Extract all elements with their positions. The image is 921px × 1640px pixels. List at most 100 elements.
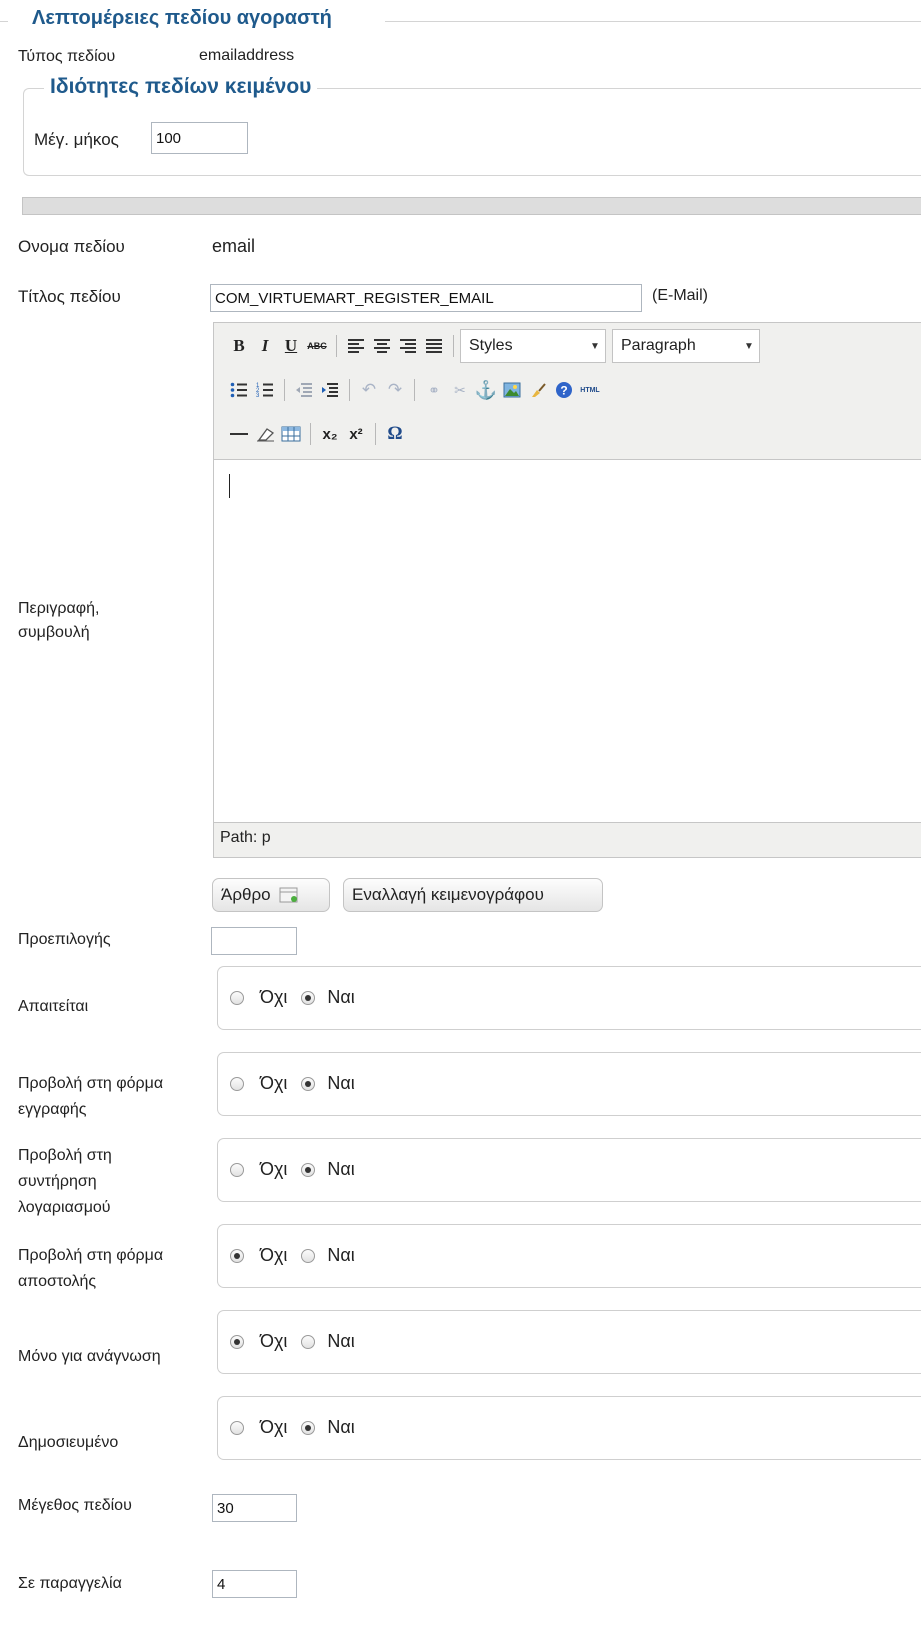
legend-line-right [385, 21, 921, 22]
radio-options: Όχι Ναι [230, 1073, 355, 1094]
radio-group: Όχι Ναι [217, 1052, 921, 1116]
horizontal-rule-icon[interactable] [226, 421, 252, 447]
subscript-icon[interactable]: x₂ [317, 421, 343, 447]
max-length-label: Μέγ. μήκος [34, 130, 119, 149]
radio-no[interactable] [230, 1162, 244, 1177]
radio-yes[interactable] [301, 1076, 316, 1091]
radio-yes-label[interactable]: Ναι [327, 1331, 354, 1352]
redo-icon[interactable]: ↷ [382, 377, 408, 403]
radio-no-label[interactable]: Όχι [260, 1245, 287, 1266]
field-title-label: Τίτλος πεδίου [18, 287, 121, 306]
special-char-icon[interactable]: Ω [382, 421, 408, 447]
radio-options: Όχι Ναι [230, 1245, 355, 1266]
ordering-input[interactable] [212, 1570, 297, 1598]
numbered-list-icon[interactable]: 123 [252, 377, 278, 403]
superscript-icon[interactable]: x² [343, 421, 369, 447]
article-button[interactable]: Άρθρο [212, 878, 330, 912]
align-left-icon[interactable] [343, 333, 369, 359]
eraser-icon[interactable] [252, 421, 278, 447]
max-length-input[interactable] [151, 122, 248, 154]
radio-no[interactable] [230, 1334, 244, 1349]
editor-path-bar: Path: p [220, 829, 271, 846]
radio-no-label[interactable]: Όχι [260, 1073, 287, 1094]
radio-options: Όχι Ναι [230, 1417, 355, 1438]
help-icon[interactable]: ? [551, 377, 577, 403]
radio-no[interactable] [230, 1420, 244, 1435]
radio-group: Όχι Ναι [217, 1224, 921, 1288]
text-caret [229, 474, 230, 498]
radio-yes[interactable] [301, 1162, 316, 1177]
editor-toolbar-row-3: x₂ x² Ω [226, 419, 408, 449]
radio-options: Όχι Ναι [230, 1159, 355, 1180]
radio-no-label[interactable]: Όχι [260, 1417, 287, 1438]
description-label-line1: Περιγραφή, [18, 600, 100, 617]
underline-icon[interactable]: U [278, 333, 304, 359]
radio-no-label[interactable]: Όχι [260, 1159, 287, 1180]
ordering-label: Σε παραγγελία [18, 1575, 122, 1592]
svg-text:?: ? [560, 384, 567, 398]
field-size-label: Μέγεθος πεδίου [18, 1497, 132, 1514]
field-title-input[interactable] [210, 284, 642, 312]
radio-yes-label[interactable]: Ναι [327, 1245, 354, 1266]
indent-icon[interactable] [317, 377, 343, 403]
format-select[interactable]: Paragraph ▼ [612, 329, 760, 363]
html-source-icon[interactable]: HTML [577, 377, 603, 403]
default-value-input[interactable] [211, 927, 297, 955]
field-size-input[interactable] [212, 1494, 297, 1522]
radio-yes[interactable] [301, 990, 316, 1005]
radio-field-label: Μόνο για ανάγνωση [18, 1348, 161, 1365]
table-icon[interactable] [278, 421, 304, 447]
field-type-label: Τύπος πεδίου [18, 48, 116, 65]
field-name-label: Ονομα πεδίου [18, 237, 125, 256]
field-title-translation: (E-Mail) [652, 287, 708, 304]
radio-field-label: Προβολή στη φόρμα [18, 1075, 164, 1092]
strikethrough-icon[interactable]: ABC [304, 333, 330, 359]
undo-icon[interactable]: ↶ [356, 377, 382, 403]
article-button-label: Άρθρο [221, 885, 271, 904]
radio-field-label: Δημοσιευμένο [18, 1434, 119, 1451]
editor-content-area[interactable] [214, 459, 921, 823]
align-center-icon[interactable] [369, 333, 395, 359]
styles-select[interactable]: Styles ▼ [460, 329, 606, 363]
align-right-icon[interactable] [395, 333, 421, 359]
link-icon[interactable]: ⚭ [421, 377, 447, 403]
radio-no[interactable] [230, 1076, 244, 1091]
svg-text:3: 3 [256, 393, 260, 398]
radio-no-label[interactable]: Όχι [260, 1331, 287, 1352]
bullet-list-icon[interactable] [226, 377, 252, 403]
radio-yes[interactable] [301, 1248, 316, 1263]
radio-no-label[interactable]: Όχι [260, 987, 287, 1008]
field-name-value: email [212, 236, 256, 256]
radio-no[interactable] [230, 1248, 244, 1263]
radio-yes-label[interactable]: Ναι [327, 987, 354, 1008]
cleanup-brush-icon[interactable] [525, 377, 551, 403]
article-icon [279, 887, 298, 903]
radio-group: Όχι Ναι [217, 1310, 921, 1374]
radio-yes[interactable] [301, 1334, 316, 1349]
bold-icon[interactable]: B [226, 333, 252, 359]
image-icon[interactable] [499, 377, 525, 403]
radio-yes-label[interactable]: Ναι [327, 1073, 354, 1094]
editor-toolbar-row-2: 123 ↶ ↷ ⚭ ✂ ⚓ ? HTML [226, 375, 603, 405]
radio-no[interactable] [230, 990, 244, 1005]
toolbar-separator [336, 335, 337, 357]
radio-field-label: λογαριασμού [18, 1199, 111, 1216]
toggle-editor-button[interactable]: Εναλλαγή κειμενογράφου [343, 878, 603, 912]
unlink-icon[interactable]: ✂ [447, 377, 473, 403]
align-justify-icon[interactable] [421, 333, 447, 359]
description-label-line2: συμβουλή [18, 624, 90, 641]
radio-options: Όχι Ναι [230, 987, 355, 1008]
outdent-icon[interactable] [291, 377, 317, 403]
radio-yes-label[interactable]: Ναι [327, 1417, 354, 1438]
anchor-icon[interactable]: ⚓ [473, 377, 499, 403]
toggle-editor-label: Εναλλαγή κειμενογράφου [352, 885, 544, 904]
radio-field-label: συντήρηση [18, 1173, 97, 1190]
format-select-value: Paragraph [621, 337, 696, 354]
radio-yes-label[interactable]: Ναι [327, 1159, 354, 1180]
toolbar-separator [349, 379, 350, 401]
radio-yes[interactable] [301, 1420, 316, 1435]
radio-field-label: αποστολής [18, 1273, 97, 1290]
chevron-down-icon: ▼ [590, 340, 600, 352]
radio-group: Όχι Ναι [217, 1396, 921, 1460]
italic-icon[interactable]: I [252, 333, 278, 359]
